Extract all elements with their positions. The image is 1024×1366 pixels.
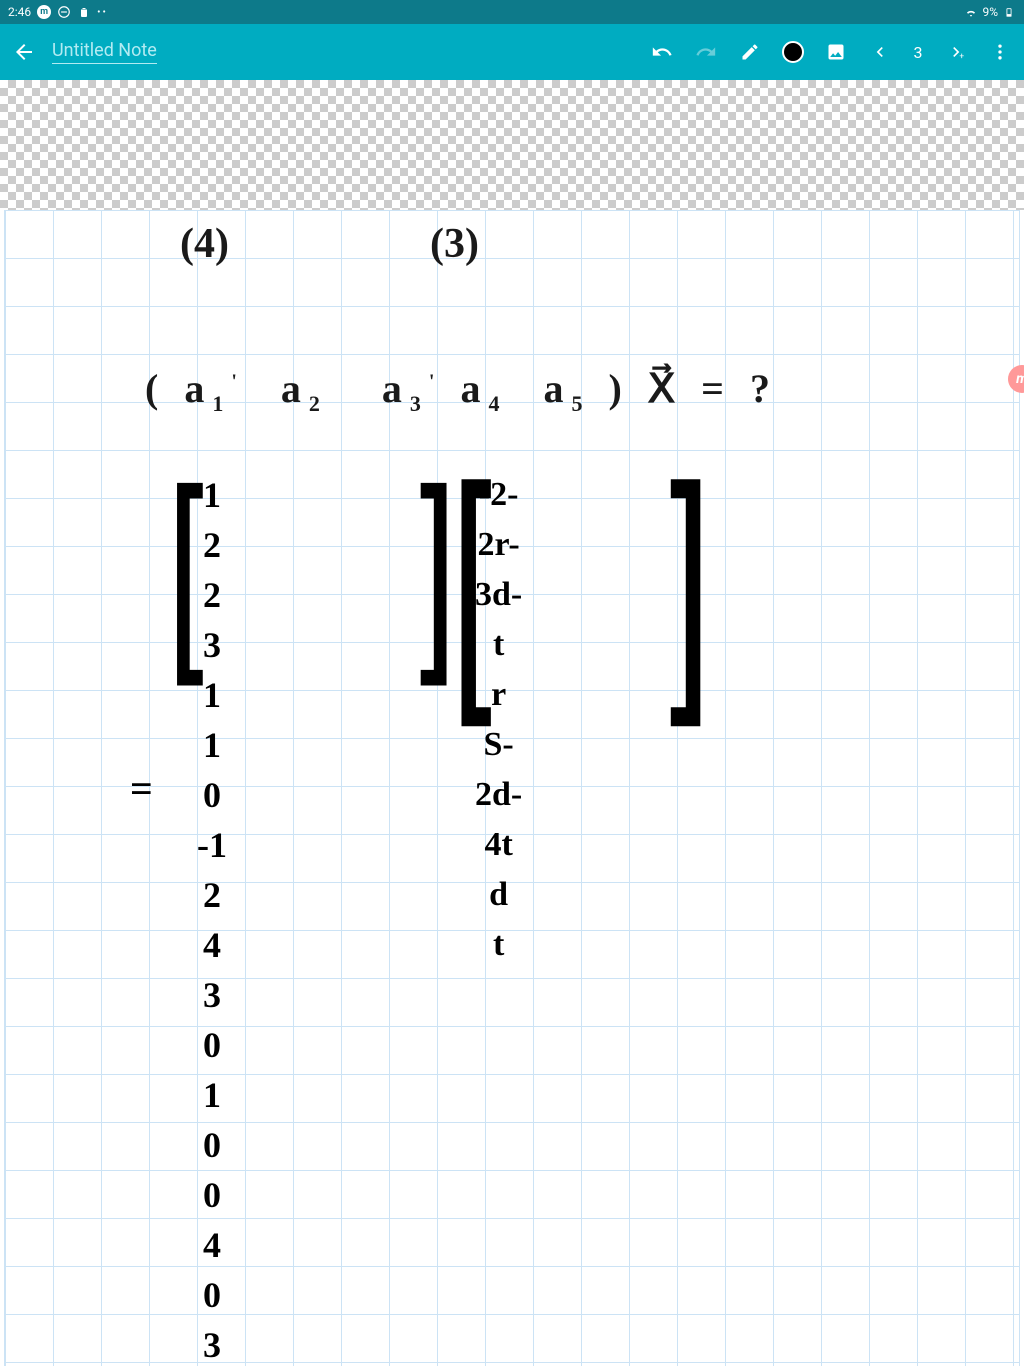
pen-tool-button[interactable] (738, 40, 762, 64)
prev-page-button[interactable] (868, 40, 892, 64)
note-title[interactable]: Untitled Note (52, 40, 157, 64)
undo-button[interactable] (650, 40, 674, 64)
next-page-button[interactable]: + (944, 40, 968, 64)
status-time: 2:46 (8, 5, 31, 19)
more-options-button[interactable] (988, 40, 1012, 64)
minus-circle-icon (57, 5, 71, 19)
app-toolbar: Untitled Note 3 + (0, 24, 1024, 80)
graph-paper: (4) (3) ( a1' a2 a3' a4 a5 ) X⃗ = ? [ 12… (4, 210, 1020, 1366)
trash-icon (77, 5, 91, 19)
handwriting-label-4: (4) (180, 220, 229, 268)
back-button[interactable] (12, 40, 36, 64)
redo-button[interactable] (694, 40, 718, 64)
status-bar: 2:46 m •• 9% (0, 0, 1024, 24)
dots-icon: •• (97, 7, 108, 18)
handwriting-label-3: (3) (430, 220, 479, 268)
svg-text:+: + (959, 52, 964, 62)
handwriting-equation: ( a1' a2 a3' a4 a5 ) X⃗ = ? (145, 365, 778, 417)
transparent-background (0, 80, 1024, 210)
color-picker-button[interactable] (782, 41, 804, 63)
handwriting-equals: = (130, 765, 153, 812)
battery-icon (1002, 5, 1016, 19)
page-number[interactable]: 3 (912, 43, 924, 62)
battery-text: 9% (982, 5, 998, 19)
wifi-icon (964, 5, 978, 19)
drawing-canvas[interactable]: (4) (3) ( a1' a2 a3' a4 a5 ) X⃗ = ? [ 12… (0, 80, 1024, 1366)
image-button[interactable] (824, 40, 848, 64)
app-badge-icon: m (37, 5, 51, 19)
